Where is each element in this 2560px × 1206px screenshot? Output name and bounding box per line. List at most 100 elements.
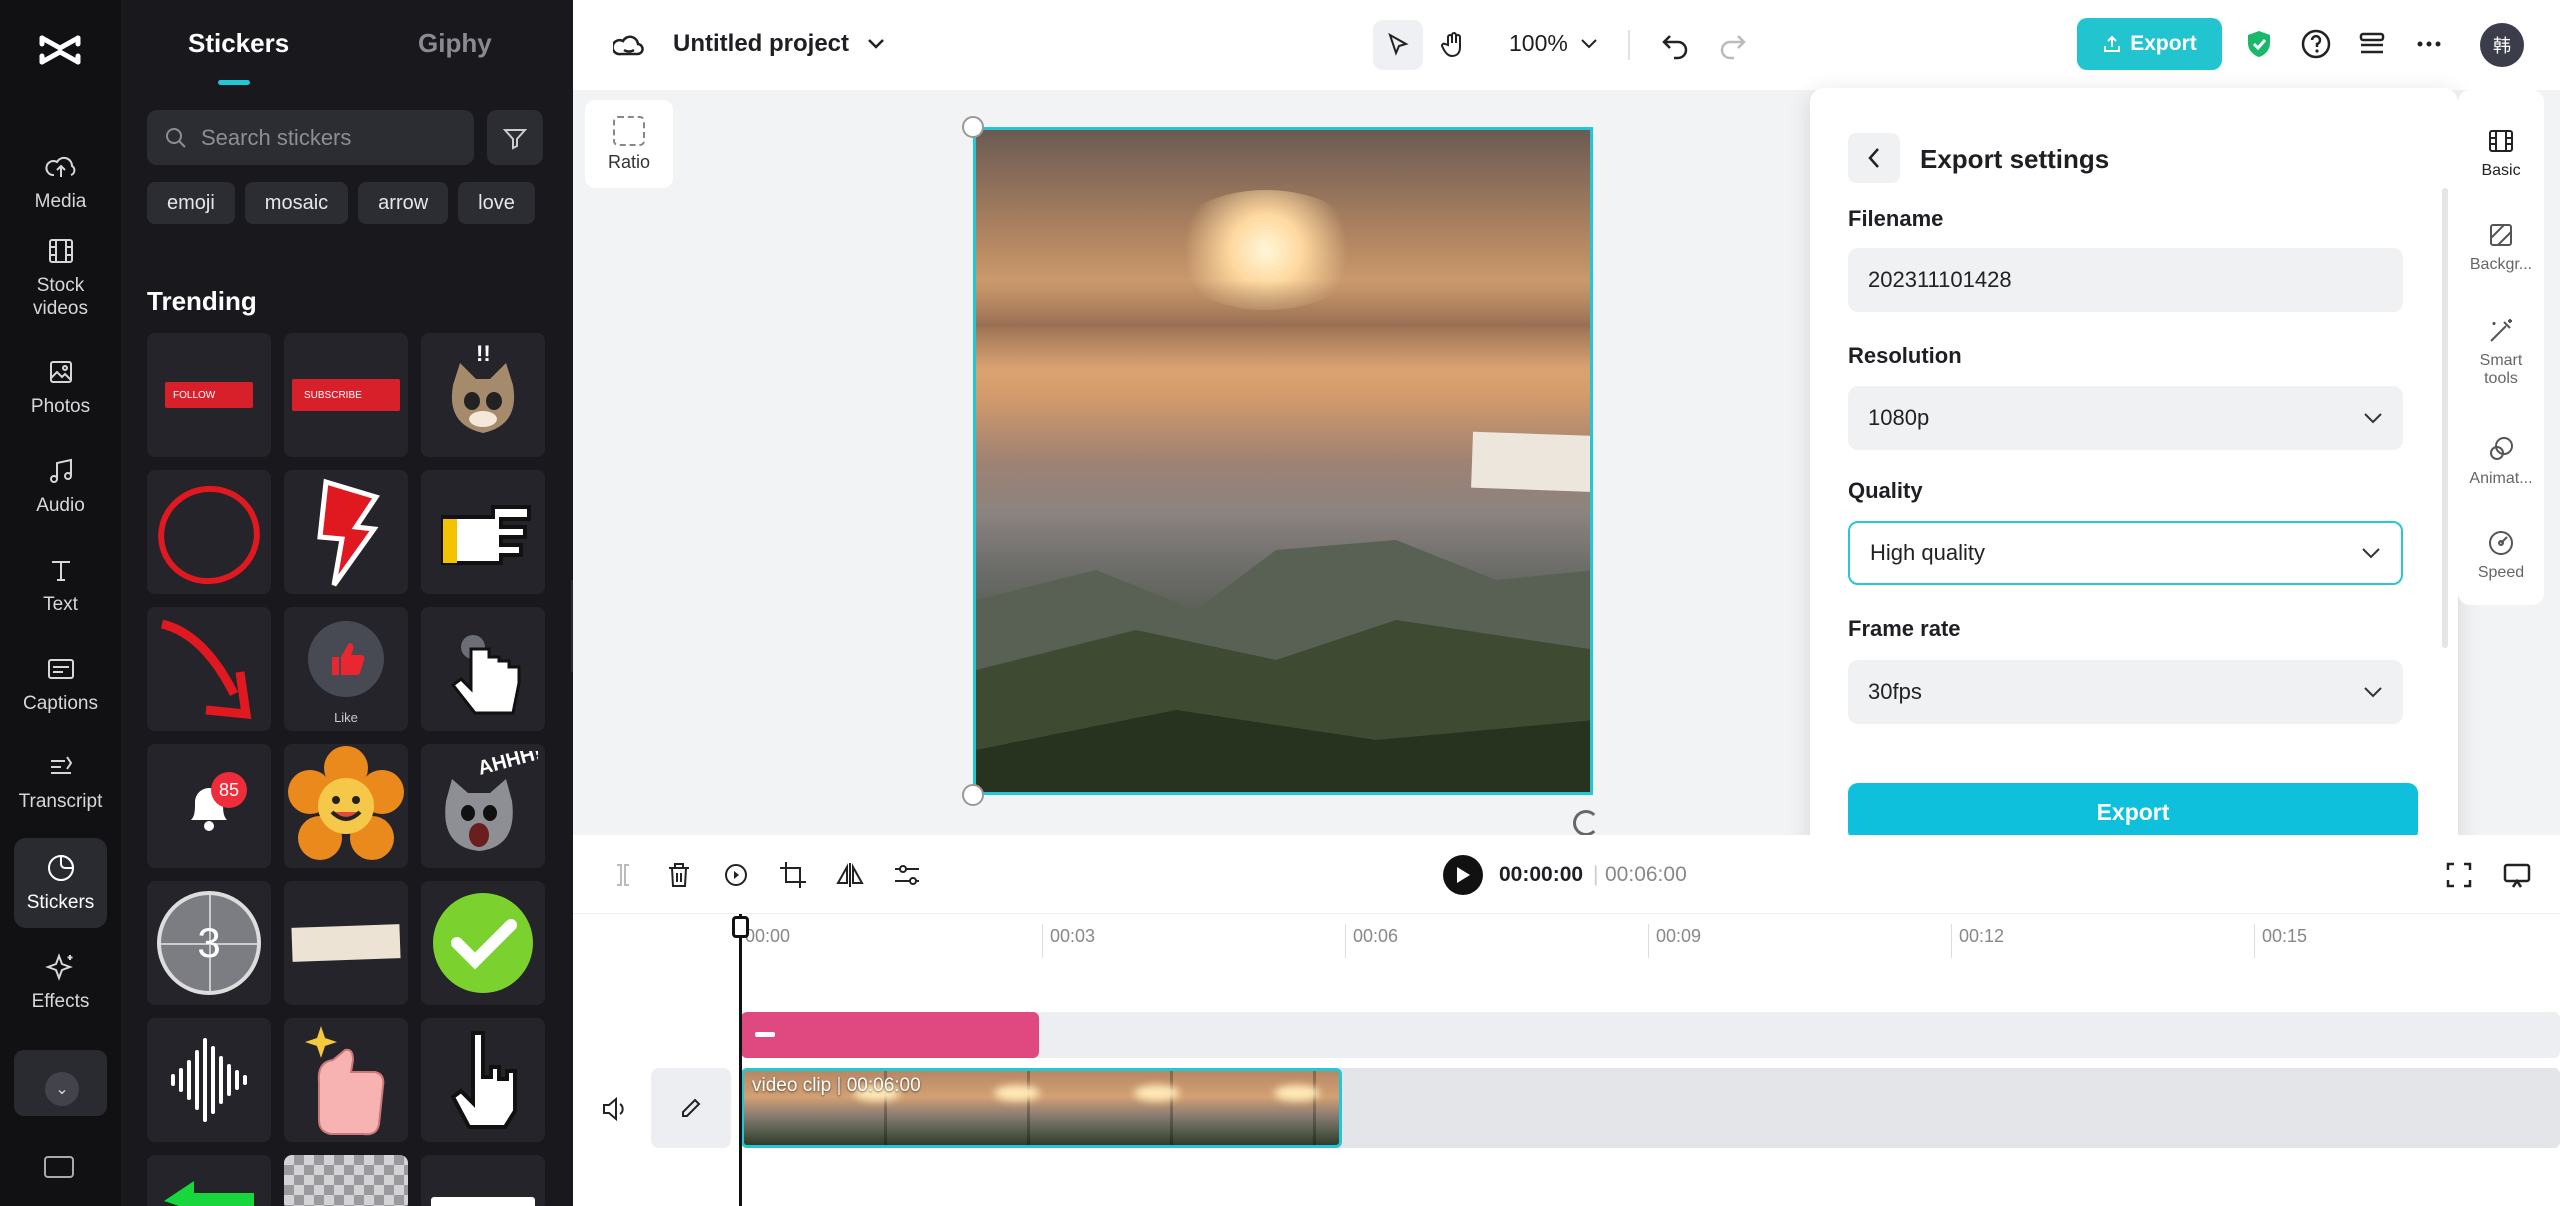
resize-handle-bottom-left[interactable] [962,784,984,806]
chip-emoji[interactable]: emoji [147,182,235,224]
delete-icon[interactable] [663,859,695,891]
fullscreen-icon[interactable] [2443,859,2475,891]
sticker-clicking-hand[interactable] [421,607,545,731]
tab-giphy[interactable]: Giphy [418,28,492,59]
sticker-sound-wave[interactable] [147,1018,271,1142]
sticker-clip[interactable] [741,1012,1039,1058]
sticker-clip-icon [755,1032,775,1037]
nav-effects[interactable]: Effects [14,937,107,1027]
crop-icon[interactable] [777,859,809,891]
prop-smart-tools[interactable]: Smart tools [2458,316,2544,387]
filter-icon [502,128,528,150]
sticker-like[interactable]: Like [284,607,408,731]
back-button[interactable] [1848,133,1900,183]
keyboard-shortcuts-icon[interactable] [44,1156,74,1178]
chevron-left-icon [1868,148,1879,168]
playhead[interactable] [739,914,742,1206]
prop-background[interactable]: Backgr... [2458,220,2544,274]
layers-icon[interactable] [2356,28,2388,60]
chip-love[interactable]: love [458,182,535,224]
more-icon[interactable] [2413,28,2445,60]
click-hand-icon [450,635,521,715]
split-icon[interactable] [607,859,639,891]
sticker-thumbs-up[interactable] [284,1018,408,1142]
sticker-subscribe[interactable]: SUBSCRIBE [284,333,408,457]
sticker-surprised-cat[interactable]: !! [421,333,545,457]
sticker-mosaic[interactable] [284,1155,408,1206]
resize-handle-top-left[interactable] [962,116,984,138]
quality-label: Quality [1848,478,1923,503]
sticker-smiling-flower[interactable] [284,744,408,868]
prop-animation[interactable]: Animat... [2458,434,2544,488]
sticker-red-circle[interactable] [147,470,271,594]
sticker-tape[interactable] [284,881,408,1005]
rotate-handle-icon[interactable] [1573,810,1599,836]
ratio-button[interactable]: Ratio [585,100,673,188]
nav-text[interactable]: Text [14,540,107,630]
nav-photos[interactable]: Photos [14,342,107,432]
prop-label: Backgr... [2469,256,2533,273]
sticker-green-arrow[interactable] [147,1155,271,1206]
sticker-green-check[interactable] [421,881,545,1005]
filename-field[interactable]: 202311101428 [1848,248,2403,312]
sticker-follow[interactable]: FOLLOW [147,333,271,457]
chip-arrow[interactable]: arrow [358,182,449,224]
nav-audio[interactable]: Audio [14,441,107,531]
project-title-dropdown[interactable]: Untitled project [673,30,885,58]
help-icon[interactable] [2300,28,2332,60]
export-confirm-button[interactable]: Export [1848,783,2418,841]
panel-scrollbar[interactable] [2442,188,2448,648]
capcut-logo-icon[interactable] [36,30,84,70]
select-tool-button[interactable] [1373,20,1423,70]
search-input[interactable] [201,124,461,151]
prop-speed[interactable]: Speed [2458,528,2544,582]
filter-button[interactable] [487,110,543,165]
quality-select[interactable]: High quality [1848,521,2403,585]
tick-label: 00:12 [1959,926,2005,946]
play-button[interactable] [1443,855,1483,895]
hand-tool-button[interactable] [1429,20,1479,70]
zoom-dropdown[interactable]: 100% [1509,30,1598,57]
sticker-screaming-cat[interactable]: AHHH!! [421,744,545,868]
cloud-save-icon[interactable] [613,30,645,58]
avatar[interactable]: 韩 [2480,23,2524,67]
nav-more-button[interactable]: ⌄ [14,1050,107,1116]
prop-basic[interactable]: Basic [2458,126,2544,180]
resolution-select[interactable]: 1080p [1848,386,2403,450]
redo-icon[interactable] [1716,28,1748,60]
sticker-bell[interactable]: 85 [147,744,271,868]
nav-stock-videos[interactable]: Stock videos [14,230,107,326]
playhead-handle[interactable] [732,916,749,938]
preview-mode-icon[interactable] [2501,859,2533,891]
video-preview[interactable] [973,127,1593,795]
flip-icon[interactable] [834,859,866,891]
nav-transcript[interactable]: Transcript [14,737,107,827]
sticker-countdown[interactable]: 3 [147,881,271,1005]
video-clip[interactable]: video clip | 00:06:00 [741,1068,1342,1148]
sticker-white-box[interactable] [421,1155,545,1206]
edit-cover-button[interactable] [651,1068,731,1148]
search-box [147,110,474,165]
nav-stickers[interactable]: Stickers [14,838,107,928]
sticker-pixel-hand-cursor[interactable] [421,1018,545,1142]
nav-label: Photos [30,396,91,417]
framerate-select[interactable]: 30fps [1848,660,2403,724]
export-button[interactable]: Export [2077,18,2222,70]
nav-captions[interactable]: Captions [14,639,107,729]
resolution-value: 1080p [1868,405,1930,430]
shield-check-icon[interactable] [2243,28,2275,60]
tab-stickers[interactable]: Stickers [188,28,289,59]
image-icon [49,361,72,383]
sticker-pixel-pointing-hand[interactable] [421,470,545,594]
cloud-band [976,280,1590,370]
speaker-icon[interactable] [599,1094,629,1124]
sticker-red-arrow[interactable] [147,607,271,731]
sticker-red-lightning[interactable] [284,470,408,594]
replace-icon[interactable] [720,859,752,891]
chip-mosaic[interactable]: mosaic [244,182,349,224]
project-title: Untitled project [673,30,850,57]
tape-sticker-overlay[interactable] [1471,431,1590,495]
undo-icon[interactable] [1660,28,1692,60]
nav-media[interactable]: Media [14,137,107,227]
adjust-icon[interactable] [891,859,923,891]
